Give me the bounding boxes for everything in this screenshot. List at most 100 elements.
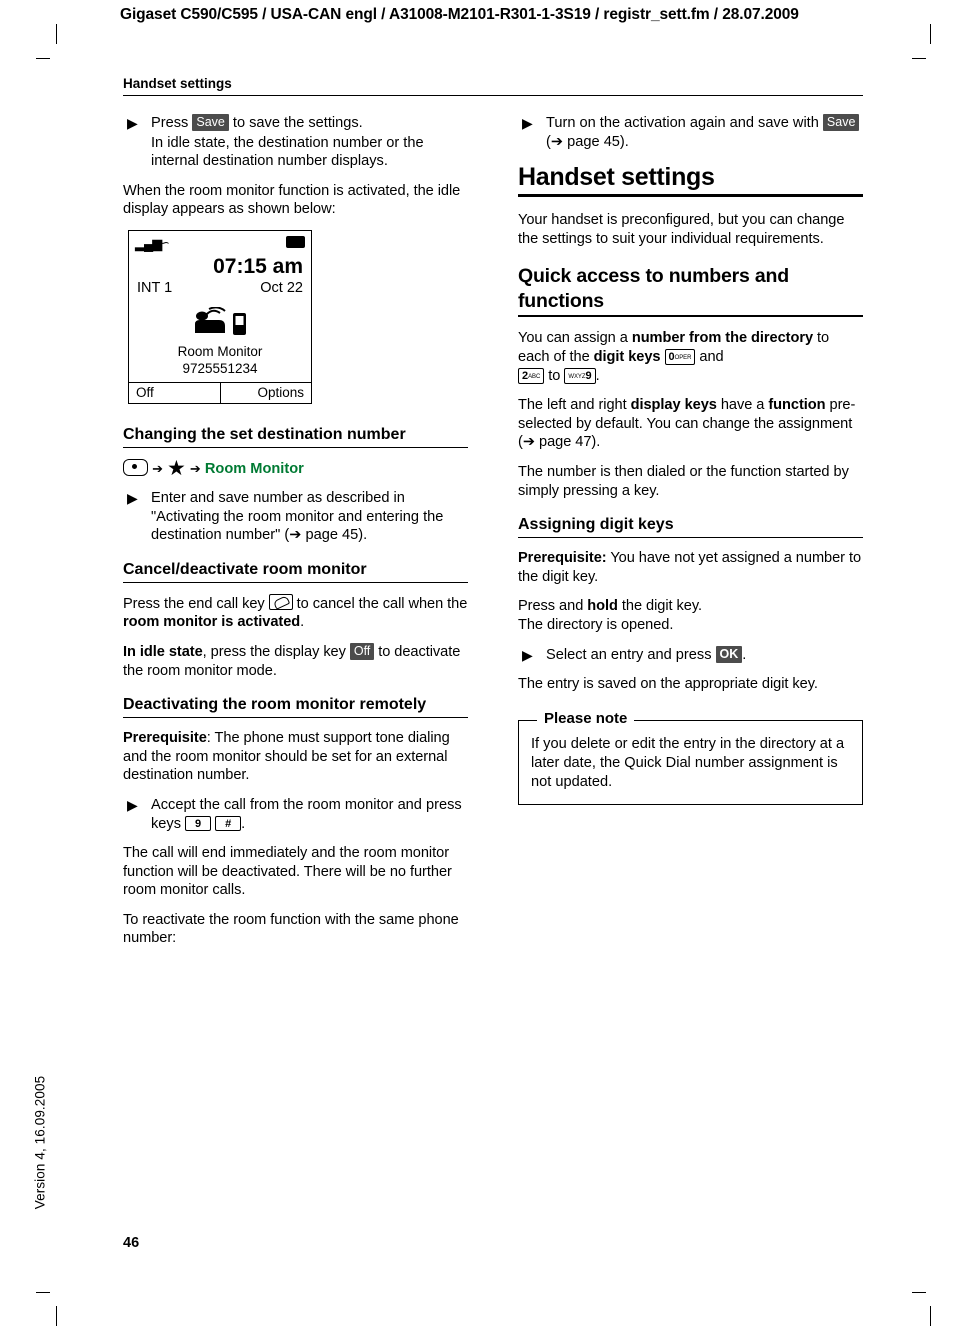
- para-idle-off: In idle state, press the display key Off…: [123, 642, 468, 680]
- version-label: Version 4, 16.09.2005: [32, 1075, 48, 1210]
- path-arrow-icon-1: ➔: [152, 460, 163, 476]
- ph-b: the digit key.: [617, 598, 703, 615]
- para-cancel-bold: room monitor is activated: [123, 614, 301, 631]
- step-turn-on-activation: ▶ Turn on the activation again and save …: [518, 114, 863, 151]
- handset-softkey-row: Off Options: [129, 381, 312, 403]
- ph-a: Press and: [518, 598, 588, 615]
- handset-time: 07:15 am: [213, 254, 303, 278]
- assign-e: .: [595, 367, 600, 384]
- dk-bold-function: function: [768, 397, 826, 414]
- softkey-left: Off: [136, 384, 154, 400]
- idle-a: , press the display key: [202, 643, 350, 660]
- document-header: Gigaset C590/C595 / USA-CAN engl / A3100…: [120, 6, 799, 23]
- heading-rule: [123, 581, 468, 583]
- digit-key-9: 9: [185, 815, 212, 831]
- para-prerequisite: Prerequisite: The phone must support ton…: [123, 729, 468, 785]
- room-monitor-icon: [129, 297, 311, 343]
- para-cancel-a: Press the end call key: [123, 595, 269, 612]
- para-display-keys: The left and right display keys have a f…: [518, 396, 863, 452]
- crop-mark-top-left-h: [36, 58, 50, 59]
- assign-a: You can assign a: [518, 330, 632, 347]
- page-ref-arrow-icon: ➔: [550, 133, 564, 150]
- step-select-entry: ▶ Select an entry and press OK.: [518, 645, 863, 665]
- crop-mark-top-right-v: [930, 24, 931, 44]
- answering-machine-icon: ∽: [159, 234, 170, 250]
- dk-b: have a: [716, 397, 769, 414]
- para-activated: When the room monitor function is activa…: [123, 182, 461, 218]
- assign-d: to: [544, 367, 565, 384]
- step-arrow-icon: ▶: [522, 646, 533, 663]
- crop-mark-top-right-h: [912, 58, 926, 59]
- step-text-post: to save the settings.: [228, 115, 363, 131]
- heading-rule: [123, 446, 468, 448]
- para-dialed: The number is then dialed or the functio…: [518, 463, 849, 499]
- signal-bars-icon: ▂▄▆: [135, 235, 162, 251]
- para-entry-saved: The entry is saved on the appropriate di…: [518, 676, 818, 693]
- step-continuation: In idle state, the destination number or…: [151, 134, 424, 170]
- idle-state-bold: In idle state: [123, 643, 203, 660]
- para-preconfigured: Your handset is preconfigured, but you c…: [518, 212, 845, 247]
- digit-key-0: 0OPER: [664, 348, 696, 365]
- step-enter-save-number: ▶ Enter and save number as described in …: [123, 489, 468, 545]
- page: Gigaset C590/C595 / USA-CAN engl / A3100…: [0, 0, 958, 1326]
- hash-key: #: [215, 815, 242, 831]
- handset-monitor-label: Room Monitor: [177, 343, 263, 359]
- handset-status-bar: ▂▄▆ ∽: [129, 231, 311, 255]
- star-icon: ★: [167, 456, 186, 480]
- heading-rule: [518, 537, 863, 539]
- select-text: Select an entry and press: [546, 646, 716, 663]
- page-ref-arrow-icon: ➔: [289, 527, 302, 544]
- crop-mark-bottom-right-h: [912, 1292, 926, 1293]
- right-column: ▶ Turn on the activation again and save …: [518, 114, 863, 805]
- dk-bold-display-keys: display keys: [630, 397, 717, 414]
- step-press-save: ▶ Press Save to save the settings. In id…: [123, 114, 468, 171]
- para-press-hold: Press and hold the digit key. The directo…: [518, 597, 863, 634]
- heading-cancel-deactivate: Cancel/deactivate room monitor: [123, 560, 367, 578]
- handset-int-date-row: INT 1 Oct 22: [129, 278, 311, 297]
- assign-c: and: [695, 348, 724, 365]
- save-key: Save: [192, 114, 229, 131]
- digit-key-9: WXYZ9: [564, 367, 596, 384]
- crop-mark-bottom-right-v: [930, 1306, 931, 1326]
- ph-bold-hold: hold: [587, 598, 618, 615]
- step-arrow-icon: ▶: [127, 796, 138, 813]
- step-arrow-icon: ▶: [522, 115, 533, 131]
- prereq-bold: Prerequisite:: [518, 550, 607, 567]
- step-accept-end: .: [241, 815, 246, 832]
- please-note-body: If you delete or edit the entry in the d…: [531, 735, 845, 790]
- section-rule: [518, 194, 863, 198]
- crop-mark-bottom-left-v: [56, 1306, 57, 1326]
- battery-icon: [286, 235, 305, 248]
- running-head-rule: [123, 95, 863, 96]
- heading-quick-access: Quick access to numbers and functions: [518, 265, 789, 313]
- step-accept-call: ▶ Accept the call from the room monitor …: [123, 796, 468, 833]
- handset-display-illustration: ▂▄▆ ∽ 07:15 am INT 1 Oct 22 Room Monitor…: [128, 229, 312, 404]
- select-end: .: [742, 646, 747, 663]
- assign-bold-directory: number from the directory: [631, 330, 814, 347]
- content-area: Handset settings ▶ Press Save to save th…: [123, 76, 863, 1216]
- para-call-end: The call will end immediately and the ro…: [123, 845, 452, 899]
- para-reactivate: To reactivate the room function with the…: [123, 911, 459, 947]
- softkey-right: Options: [219, 382, 312, 403]
- handset-date: Oct 22: [260, 279, 303, 296]
- para-assign: You can assign a number from the directo…: [518, 329, 863, 385]
- page-ref-arrow-icon: ➔: [522, 434, 535, 451]
- menu-item-room-monitor: Room Monitor: [204, 460, 304, 477]
- ph-c: The directory is opened.: [518, 616, 674, 633]
- step-text-pre: Press: [151, 115, 193, 131]
- assign-bold-digitkeys: digit keys: [593, 348, 661, 365]
- step-turnon-text: Turn on the activation again and save wi…: [546, 115, 823, 131]
- para-cancel-c: .: [300, 614, 305, 631]
- nav-key-icon: [123, 458, 148, 476]
- path-arrow-icon-2: ➔: [189, 460, 201, 476]
- crop-mark-bottom-left-h: [36, 1292, 50, 1293]
- step-arrow-icon: ▶: [127, 115, 138, 131]
- crop-mark-top-left-v: [56, 24, 57, 44]
- para-prerequisite-right: Prerequisite: You have not yet assigned …: [518, 549, 863, 586]
- off-key: Off: [349, 642, 375, 660]
- end-call-key-icon: [268, 593, 293, 610]
- digit-key-2: 2ABC: [518, 367, 545, 384]
- page-title: Handset settings: [518, 163, 715, 192]
- please-note-title: Please note: [537, 708, 635, 728]
- please-note-box: Please note If you delete or edit the en…: [518, 708, 863, 805]
